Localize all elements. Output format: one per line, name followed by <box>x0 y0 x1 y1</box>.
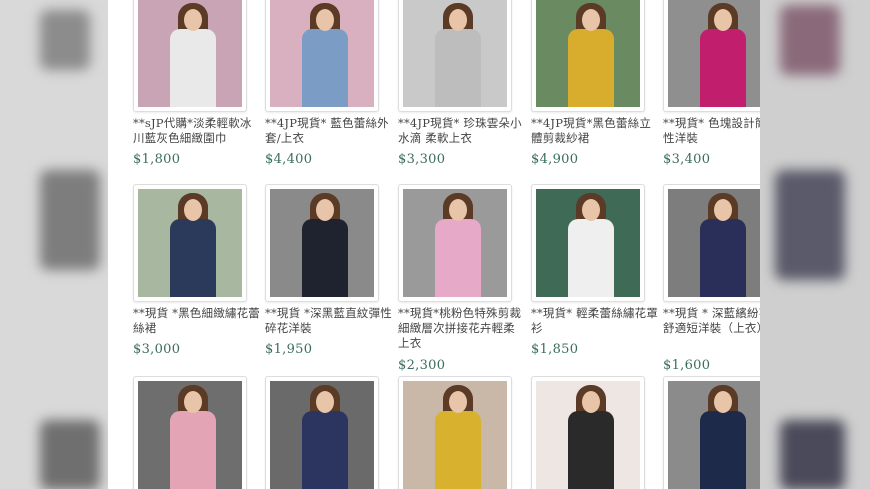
product-title[interactable]: **4JP現貨* 藍色蕾絲外套/上衣 <box>265 116 393 146</box>
product-title[interactable]: **現貨 *深黑藍直紋彈性碎花洋裝 <box>265 306 393 336</box>
model-outfit <box>568 29 614 107</box>
product-image[interactable] <box>531 0 645 112</box>
model-head <box>449 9 467 31</box>
model-photo <box>403 381 507 489</box>
model-photo <box>403 0 507 107</box>
product-title[interactable]: **現貨*桃粉色特殊剪裁細緻層次拼接花卉輕柔上衣 <box>398 306 526 351</box>
model-photo <box>403 189 507 297</box>
product-price: $2,300 <box>398 358 446 373</box>
model-photo <box>270 0 374 107</box>
product-price: $1,850 <box>531 342 579 357</box>
product-title[interactable]: **4JP現貨*黑色蕾絲立體剪裁紗裙 <box>531 116 659 146</box>
model-head <box>184 199 202 221</box>
model-head <box>449 199 467 221</box>
product-image[interactable] <box>531 376 645 489</box>
model-outfit <box>435 219 481 297</box>
model-photo <box>270 381 374 489</box>
model-outfit <box>435 411 481 489</box>
product-price: $3,400 <box>663 152 711 167</box>
model-head <box>714 391 732 413</box>
model-outfit <box>700 29 746 107</box>
blurred-left-panel <box>0 0 108 489</box>
product-image[interactable] <box>133 184 247 302</box>
product-image[interactable] <box>398 0 512 112</box>
model-photo <box>138 381 242 489</box>
product-listing-page: **sJP代購*淡柔輕軟冰川藍灰色細緻圍巾 $1,800 **4JP現貨* 藍色蕾絲… <box>108 0 760 489</box>
model-outfit <box>435 29 481 107</box>
product-title[interactable]: **4JP現貨* 珍珠雲朵小水滴 柔軟上衣 <box>398 116 526 146</box>
product-price: $3,000 <box>133 342 181 357</box>
model-outfit <box>302 219 348 297</box>
product-price: $1,800 <box>133 152 181 167</box>
product-image[interactable] <box>265 0 379 112</box>
blurred-right-panel <box>760 0 870 489</box>
product-image[interactable] <box>663 184 760 302</box>
product-price: $1,950 <box>265 342 313 357</box>
product-title[interactable]: **現貨 *黑色細緻繡花蕾絲裙 <box>133 306 261 336</box>
product-title[interactable]: **現貨 * 深藍繽紛花朵舒適短洋裝（上衣） <box>663 306 760 336</box>
product-image[interactable] <box>398 376 512 489</box>
model-outfit <box>302 411 348 489</box>
product-image[interactable] <box>531 184 645 302</box>
model-photo <box>668 381 760 489</box>
model-photo <box>536 189 640 297</box>
product-image[interactable] <box>663 376 760 489</box>
model-head <box>316 9 334 31</box>
model-photo <box>668 0 760 107</box>
model-photo <box>536 381 640 489</box>
model-head <box>582 199 600 221</box>
model-photo <box>270 189 374 297</box>
model-photo <box>536 0 640 107</box>
model-outfit <box>170 219 216 297</box>
product-price: $4,400 <box>265 152 313 167</box>
product-image[interactable] <box>663 0 760 112</box>
product-image[interactable] <box>133 376 247 489</box>
model-head <box>449 391 467 413</box>
model-photo <box>138 0 242 107</box>
product-image[interactable] <box>133 0 247 112</box>
product-price: $4,900 <box>531 152 579 167</box>
model-head <box>714 199 732 221</box>
product-image[interactable] <box>398 184 512 302</box>
product-price: $1,600 <box>663 358 711 373</box>
model-head <box>184 391 202 413</box>
product-image[interactable] <box>265 184 379 302</box>
model-head <box>582 9 600 31</box>
product-price: $3,300 <box>398 152 446 167</box>
product-title[interactable]: **現貨* 輕柔蕾絲繡花罩衫 <box>531 306 659 336</box>
product-image[interactable] <box>265 376 379 489</box>
model-outfit <box>302 29 348 107</box>
product-title[interactable]: **sJP代購*淡柔輕軟冰川藍灰色細緻圍巾 <box>133 116 261 146</box>
model-outfit <box>700 219 746 297</box>
model-outfit <box>170 411 216 489</box>
model-outfit <box>170 29 216 107</box>
model-photo <box>668 189 760 297</box>
model-head <box>316 199 334 221</box>
model-outfit <box>568 411 614 489</box>
model-head <box>582 391 600 413</box>
model-head <box>316 391 334 413</box>
model-outfit <box>700 411 746 489</box>
model-outfit <box>568 219 614 297</box>
model-photo <box>138 189 242 297</box>
product-title[interactable]: **現貨* 色塊設計簡約彈性洋裝 <box>663 116 760 146</box>
model-head <box>184 9 202 31</box>
model-head <box>714 9 732 31</box>
